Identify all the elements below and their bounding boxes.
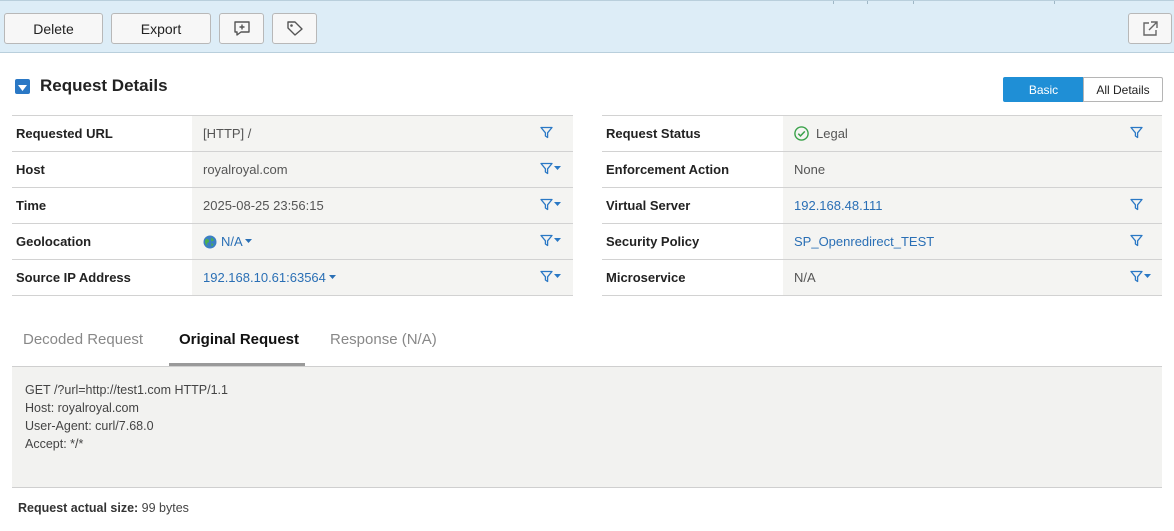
request-content: GET /?url=http://test1.com HTTP/1.1 Host… (12, 367, 1162, 488)
detail-label: Geolocation (16, 234, 92, 249)
active-tab-indicator (169, 363, 305, 366)
toolbar-divider (1054, 1, 1055, 4)
export-button[interactable]: Export (111, 13, 211, 44)
view-all-details-button[interactable]: All Details (1083, 77, 1163, 102)
detail-value: Legal (783, 116, 1162, 151)
detail-row-enforcement-action: Enforcement Action None (602, 152, 1162, 188)
request-size-label: Request actual size: (18, 501, 139, 515)
details-table-right: Request Status Legal Enforcement Action … (602, 115, 1162, 296)
detail-row-host: Host royalroyal.com (12, 152, 573, 188)
tab-response[interactable]: Response (N/A) (330, 331, 437, 348)
details-table-left: Requested URL [HTTP] / Host royalroyal.c… (12, 115, 573, 296)
tag-icon (286, 20, 304, 37)
tab-decoded-request[interactable]: Decoded Request (23, 331, 143, 348)
detail-label: Time (16, 198, 47, 213)
filter-icon[interactable] (540, 126, 553, 139)
add-comment-button[interactable] (219, 13, 264, 44)
detail-value: SP_Openredirect_TEST (783, 224, 1162, 259)
microservice-value: N/A (794, 270, 816, 285)
request-line: GET /?url=http://test1.com HTTP/1.1 (25, 383, 228, 397)
filter-icon[interactable] (1130, 198, 1143, 211)
detail-value: N/A (783, 260, 1162, 295)
chevron-down-icon[interactable] (328, 275, 336, 280)
filter-dropdown-icon[interactable] (540, 234, 561, 247)
detail-value: 192.168.10.61:63564 (192, 260, 573, 295)
time-value: 2025-08-25 23:56:15 (203, 198, 324, 213)
detail-label: Enforcement Action (606, 162, 730, 177)
detail-value: 192.168.48.111 (783, 188, 1162, 223)
request-line: Accept: */* (25, 437, 84, 451)
request-line: User-Agent: curl/7.68.0 (25, 419, 154, 433)
check-circle-icon (794, 126, 809, 141)
request-line: Host: royalroyal.com (25, 401, 139, 415)
geolocation-value[interactable]: N/A (221, 234, 243, 249)
request-status-value: Legal (816, 126, 848, 141)
filter-dropdown-icon[interactable] (540, 270, 561, 283)
tag-button[interactable] (272, 13, 317, 44)
toolbar-divider (833, 1, 834, 4)
detail-label: Security Policy (606, 234, 700, 249)
detail-label: Host (16, 162, 45, 177)
section-title: Request Details (40, 76, 168, 95)
view-basic-button[interactable]: Basic (1003, 77, 1084, 102)
security-policy-link[interactable]: SP_Openredirect_TEST (794, 234, 934, 249)
toolbar: Delete Export (0, 0, 1174, 53)
toolbar-divider (867, 1, 868, 4)
collapse-toggle[interactable] (15, 79, 30, 94)
detail-row-security-policy: Security Policy SP_Openredirect_TEST (602, 224, 1162, 260)
detail-value: N/A (192, 224, 573, 259)
request-size: Request actual size: 99 bytes (18, 501, 189, 515)
tab-original-request[interactable]: Original Request (179, 331, 299, 348)
chevron-down-icon (18, 79, 27, 94)
detail-value: royalroyal.com (192, 152, 573, 187)
external-window-icon (1141, 20, 1159, 38)
detail-label: Requested URL (16, 126, 113, 141)
filter-dropdown-icon[interactable] (540, 198, 561, 211)
filter-icon[interactable] (1130, 126, 1143, 139)
detail-row-microservice: Microservice N/A (602, 260, 1162, 296)
chevron-down-icon[interactable] (244, 239, 252, 244)
detail-row-requested-url: Requested URL [HTTP] / (12, 116, 573, 152)
virtual-server-link[interactable]: 192.168.48.111 (794, 198, 882, 213)
detail-row-virtual-server: Virtual Server 192.168.48.111 (602, 188, 1162, 224)
requested-url-value: [HTTP] / (203, 126, 252, 141)
detail-row-geolocation: Geolocation N/A (12, 224, 573, 260)
detail-label: Source IP Address (16, 270, 131, 285)
detail-label: Microservice (606, 270, 686, 285)
source-ip-value[interactable]: 192.168.10.61:63564 (203, 270, 326, 285)
popout-button[interactable] (1128, 13, 1172, 44)
detail-value: 2025-08-25 23:56:15 (192, 188, 573, 223)
detail-value: [HTTP] / (192, 116, 573, 151)
detail-row-source-ip: Source IP Address 192.168.10.61:63564 (12, 260, 573, 296)
detail-label: Virtual Server (606, 198, 691, 213)
enforcement-action-value: None (794, 162, 826, 177)
add-comment-icon (233, 20, 251, 37)
detail-row-request-status: Request Status Legal (602, 116, 1162, 152)
filter-icon[interactable] (1130, 234, 1143, 247)
filter-dropdown-icon[interactable] (1130, 270, 1151, 283)
delete-button[interactable]: Delete (4, 13, 103, 44)
host-value: royalroyal.com (203, 162, 288, 177)
detail-value: None (783, 152, 1162, 187)
request-size-value: 99 bytes (141, 501, 189, 515)
globe-icon (203, 235, 217, 249)
toolbar-divider (913, 1, 914, 4)
detail-label: Request Status (606, 126, 701, 141)
detail-row-time: Time 2025-08-25 23:56:15 (12, 188, 573, 224)
filter-dropdown-icon[interactable] (540, 162, 561, 175)
